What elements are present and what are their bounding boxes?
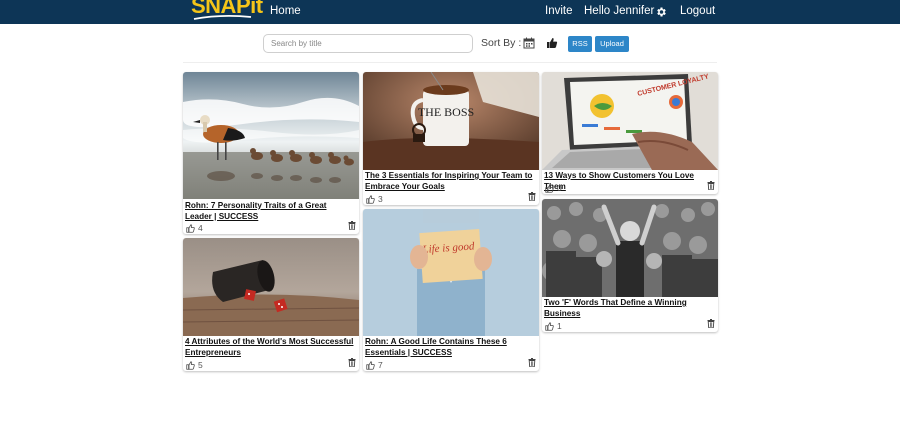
calendar-icon[interactable] [523, 37, 535, 49]
like-count-value: 0 [557, 183, 562, 193]
trash-icon[interactable] [707, 319, 715, 328]
search-input[interactable] [263, 34, 473, 53]
trash-icon[interactable] [528, 192, 536, 201]
card-title-link[interactable]: Two 'F' Words That Define a Winning Busi… [544, 298, 714, 319]
post-card[interactable]: Rohn: 7 Personality Traits of a Great Le… [183, 72, 359, 234]
thumbs-up-outline-icon[interactable] [366, 194, 375, 204]
sort-by-label: Sort By : [481, 37, 522, 49]
like-count-value: 5 [198, 360, 203, 370]
thumbs-up-outline-icon[interactable] [545, 321, 554, 331]
thumbs-up-outline-icon[interactable] [366, 360, 375, 370]
user-greeting[interactable]: Hello Jennifer [584, 4, 654, 19]
trash-icon[interactable] [348, 221, 356, 230]
post-card[interactable]: CUSTOMER LOYALTY 13 Ways to Show Custome… [542, 72, 718, 194]
card-title-link[interactable]: Rohn: A Good Life Contains These 6 Essen… [365, 337, 535, 358]
like-count[interactable]: 0 [545, 183, 562, 193]
nav-logout-link[interactable]: Logout [680, 4, 715, 19]
card-image[interactable]: Life is good [363, 209, 539, 336]
navbar: SNAPit Home Invite Hello Jennifer Logout [0, 0, 900, 24]
upload-button[interactable]: Upload [595, 36, 629, 52]
card-image[interactable] [183, 72, 359, 199]
like-count[interactable]: 3 [366, 194, 383, 204]
post-card[interactable]: THE BOSS The 3 Essentials for Inspiring … [363, 72, 539, 205]
card-image[interactable]: THE BOSS [363, 72, 539, 170]
card-image[interactable] [542, 199, 718, 297]
like-count[interactable]: 7 [366, 360, 383, 370]
trash-icon[interactable] [528, 358, 536, 367]
like-count-value: 1 [557, 321, 562, 331]
like-count[interactable]: 1 [545, 321, 562, 331]
like-count[interactable]: 4 [186, 223, 203, 233]
nav-invite-link[interactable]: Invite [545, 4, 573, 19]
gear-icon[interactable] [655, 6, 667, 18]
thumbs-up-outline-icon[interactable] [545, 183, 554, 193]
rss-button[interactable]: RSS [568, 36, 592, 52]
post-card[interactable]: Life is good Rohn: A Good Life Contains … [363, 209, 539, 371]
thumbs-up-outline-icon[interactable] [186, 360, 195, 370]
post-card[interactable]: 4 Attributes of the World's Most Success… [183, 238, 359, 371]
thumbs-up-outline-icon[interactable] [186, 223, 195, 233]
post-card[interactable]: Two 'F' Words That Define a Winning Busi… [542, 199, 718, 332]
divider [183, 62, 717, 63]
card-image[interactable] [183, 238, 359, 336]
trash-icon[interactable] [348, 358, 356, 367]
like-count-value: 3 [378, 194, 383, 204]
like-count[interactable]: 5 [186, 360, 203, 370]
card-title-link[interactable]: The 3 Essentials for Inspiring Your Team… [365, 171, 535, 192]
nav-home-link[interactable]: Home [270, 4, 301, 19]
mug-text: THE BOSS [418, 105, 474, 119]
thumbs-up-icon[interactable] [546, 37, 558, 49]
logo[interactable]: SNAPit [191, 0, 263, 24]
card-image[interactable]: CUSTOMER LOYALTY [542, 72, 718, 170]
trash-icon[interactable] [707, 181, 715, 190]
like-count-value: 4 [198, 223, 203, 233]
like-count-value: 7 [378, 360, 383, 370]
logo-swoosh [193, 14, 252, 20]
card-title-link[interactable]: 4 Attributes of the World's Most Success… [185, 337, 355, 358]
card-title-link[interactable]: Rohn: 7 Personality Traits of a Great Le… [185, 201, 355, 222]
card-title-link[interactable]: 13 Ways to Show Customers You Love Them [544, 171, 714, 192]
